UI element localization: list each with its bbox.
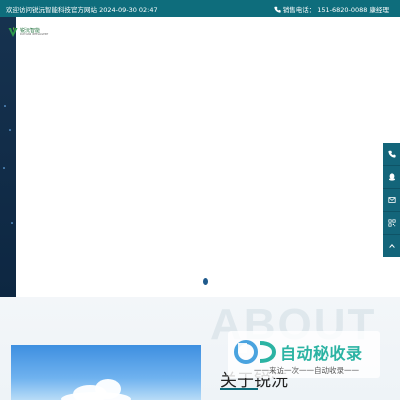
welcome-text: 欢迎访问锐沅智能科技官方网站 2024-09-30 02:47 bbox=[6, 6, 158, 14]
sparkle-dot bbox=[9, 129, 11, 131]
floating-contact-bar bbox=[383, 143, 400, 257]
about-title-underline bbox=[220, 388, 258, 390]
auto-index-badge: 自动秘收录 一一来访一次一一自动收录一一 bbox=[228, 331, 380, 378]
site-logo[interactable]: 锐沅智能 RUIYUAN INTELLIGENT bbox=[8, 27, 48, 38]
hero-banner bbox=[16, 17, 400, 297]
about-photo bbox=[11, 345, 201, 400]
jc-logo-icon bbox=[234, 340, 276, 364]
back-to-top-button[interactable] bbox=[383, 235, 400, 257]
phone-number: 151-6820-0088 康经理 bbox=[317, 6, 389, 14]
side-phone-button[interactable] bbox=[383, 143, 400, 166]
side-message-button[interactable] bbox=[383, 189, 400, 212]
badge-subtitle: 一一来访一次一一自动收录一一 bbox=[254, 366, 359, 375]
sparkle-dot bbox=[4, 105, 6, 107]
qrcode-icon bbox=[387, 219, 396, 227]
message-icon bbox=[387, 197, 396, 203]
hero-dark-strip bbox=[0, 17, 16, 297]
top-info-bar: 欢迎访问锐沅智能科技官方网站 2024-09-30 02:47 销售电话： 15… bbox=[0, 0, 400, 17]
logo-tagline: RUIYUAN INTELLIGENT bbox=[20, 32, 49, 36]
phone-icon bbox=[274, 6, 281, 13]
badge-title: 自动秘收录 bbox=[280, 346, 363, 363]
side-qq-button[interactable] bbox=[383, 166, 400, 189]
slider-pagination-dot[interactable] bbox=[203, 278, 208, 285]
sparkle-dot bbox=[11, 222, 13, 224]
phone-label: 销售电话： bbox=[282, 6, 316, 14]
qq-icon bbox=[388, 173, 395, 181]
side-qrcode-button[interactable] bbox=[383, 212, 400, 235]
sparkle-dot bbox=[3, 167, 5, 169]
phone-icon bbox=[387, 150, 396, 158]
cloud-shape bbox=[61, 392, 131, 400]
sales-phone[interactable]: 销售电话： 151-6820-0088 康经理 bbox=[274, 4, 389, 14]
back-to-top-icon bbox=[388, 244, 395, 248]
logo-mark-icon bbox=[8, 27, 18, 37]
